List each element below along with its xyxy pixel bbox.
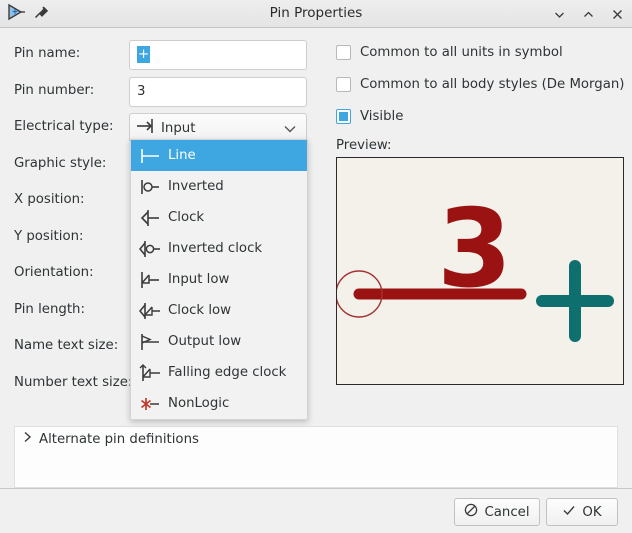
dialog-footer: Cancel OK	[0, 488, 632, 533]
checkmark-icon	[562, 503, 576, 521]
options-column: Common to all units in symbol Common to …	[336, 40, 626, 385]
dropdown-item-clock-low[interactable]: Clock low	[131, 295, 307, 326]
checkbox-visible[interactable]: Visible	[336, 104, 626, 128]
electrical-type-value: Input	[161, 120, 196, 136]
preview-crosshair-cursor	[536, 260, 614, 342]
checkbox-common-body-styles[interactable]: Common to all body styles (De Morgan)	[336, 72, 626, 96]
checkbox-visible-box[interactable]	[336, 108, 351, 124]
checkbox-common-units[interactable]: Common to all units in symbol	[336, 40, 626, 64]
label-graphic-style: Graphic style:	[14, 155, 107, 171]
label-y-position: Y position:	[14, 228, 84, 244]
pin-name-value: +	[137, 46, 151, 63]
label-pin-length: Pin length:	[14, 301, 85, 317]
dropdown-item-falling-edge-clock-label: Falling edge clock	[168, 365, 287, 380]
dropdown-item-inverted[interactable]: Inverted	[131, 171, 307, 202]
label-number-text-size: Number text size:	[14, 374, 133, 390]
pin-number-input[interactable]: 3	[129, 76, 307, 107]
preview-label: Preview:	[336, 138, 392, 153]
pin-preview-canvas: 3	[336, 157, 624, 385]
dropdown-item-clock-low-label: Clock low	[168, 303, 232, 318]
graphic-style-dropdown[interactable]: Line Inverted Clock Inverted clock Input…	[130, 139, 308, 420]
checkbox-common-units-label: Common to all units in symbol	[360, 44, 563, 60]
label-name-text-size: Name text size:	[14, 338, 119, 353]
checkbox-common-body-styles-box[interactable]	[336, 76, 351, 92]
dropdown-item-input-low-label: Input low	[168, 272, 230, 287]
alternate-pin-definitions-panel: Alternate pin definitions	[14, 426, 618, 488]
chevron-right-icon	[23, 431, 32, 447]
pin-name-input[interactable]: +	[129, 40, 307, 70]
dropdown-item-nonlogic-label: NonLogic	[168, 396, 230, 411]
pin-nonlogic-icon	[139, 395, 163, 413]
close-button[interactable]	[610, 7, 625, 22]
ok-button-label: OK	[582, 504, 602, 520]
dropdown-item-line[interactable]: Line	[131, 140, 307, 171]
alternate-pin-definitions-label: Alternate pin definitions	[39, 431, 199, 447]
minimize-button[interactable]	[552, 7, 567, 22]
pin-output-low-icon	[139, 333, 163, 351]
title-bar: Pin Properties	[0, 0, 632, 28]
label-pin-name: Pin name:	[14, 46, 81, 61]
pin-line-icon	[139, 147, 163, 165]
dropdown-item-clock[interactable]: Clock	[131, 202, 307, 233]
dropdown-item-input-low[interactable]: Input low	[131, 264, 307, 295]
preview-pin-number: 3	[437, 187, 512, 312]
dropdown-item-line-label: Line	[168, 148, 196, 163]
dropdown-item-falling-edge-clock[interactable]: Falling edge clock	[131, 357, 307, 388]
chevron-down-icon	[283, 123, 297, 139]
pin-falling-edge-clock-icon	[139, 363, 163, 382]
form-row-pin-name: Pin name: +	[14, 40, 314, 77]
pin-input-low-icon	[139, 271, 163, 289]
dialog-body: Pin name: + Pin number: 3 Electrical typ…	[0, 28, 632, 488]
dropdown-item-output-low[interactable]: Output low	[131, 326, 307, 357]
window-controls	[552, 0, 625, 28]
cancel-button-label: Cancel	[484, 504, 530, 520]
pin-preview-drawing: 3	[337, 187, 614, 342]
checkbox-common-body-styles-label: Common to all body styles (De Morgan)	[360, 76, 625, 92]
pin-clock-low-icon	[138, 302, 163, 320]
pin-inverted-icon	[139, 178, 163, 196]
label-pin-number: Pin number:	[14, 82, 95, 98]
alternate-pin-definitions-toggle[interactable]: Alternate pin definitions	[15, 427, 617, 451]
dropdown-item-output-low-label: Output low	[168, 334, 242, 349]
dropdown-item-inverted-label: Inverted	[168, 179, 224, 194]
pin-inverted-clock-icon	[138, 240, 163, 258]
window-title: Pin Properties	[269, 5, 363, 21]
checkbox-common-units-box[interactable]	[336, 44, 351, 60]
label-x-position: X position:	[14, 192, 85, 207]
checkbox-visible-label: Visible	[360, 108, 404, 124]
cancel-button[interactable]: Cancel	[454, 498, 540, 526]
ok-button[interactable]: OK	[546, 498, 618, 526]
dropdown-item-clock-label: Clock	[168, 210, 205, 225]
label-electrical-type: Electrical type:	[14, 119, 114, 134]
maximize-button[interactable]	[581, 7, 596, 22]
dropdown-item-inverted-clock[interactable]: Inverted clock	[131, 233, 307, 264]
form-row-pin-number: Pin number: 3	[14, 76, 314, 114]
pin-clock-icon	[139, 209, 163, 227]
dropdown-item-inverted-clock-label: Inverted clock	[168, 241, 263, 256]
label-orientation: Orientation:	[14, 265, 94, 280]
no-entry-icon	[464, 503, 478, 521]
pin-input-arrow-icon	[136, 118, 158, 138]
dropdown-item-nonlogic[interactable]: NonLogic	[131, 388, 307, 419]
